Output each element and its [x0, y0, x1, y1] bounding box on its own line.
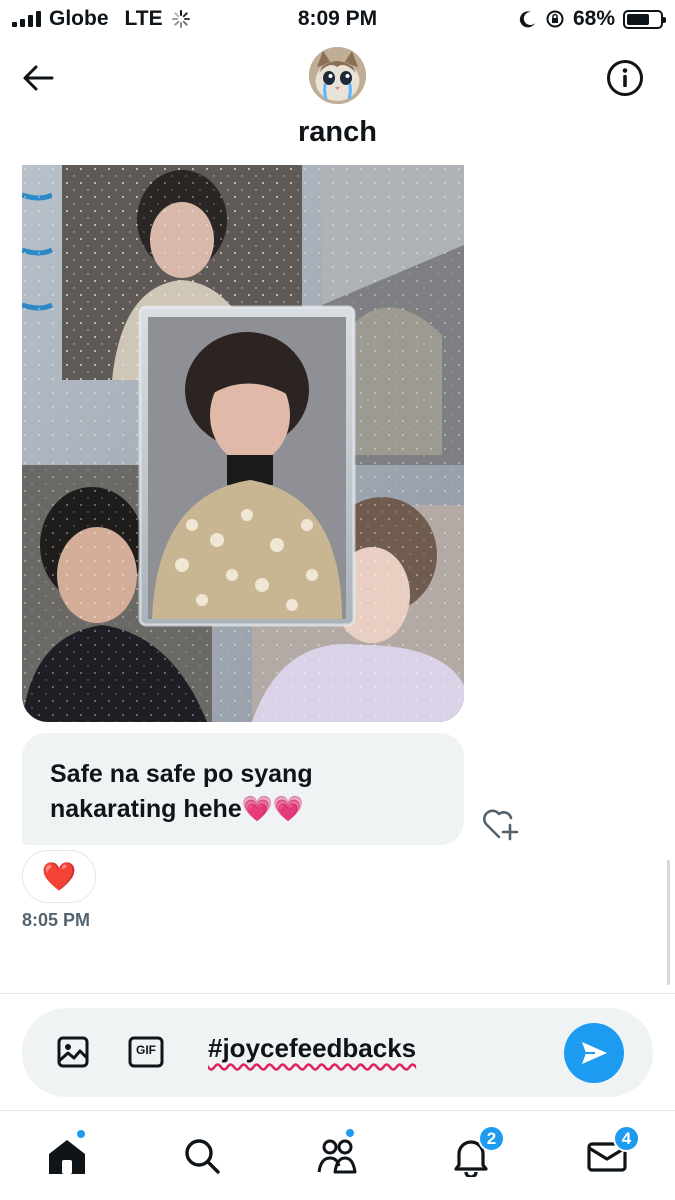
home-dot [75, 1128, 87, 1140]
battery-icon [623, 9, 666, 29]
home-icon [49, 1140, 85, 1174]
messages-badge: 4 [613, 1125, 640, 1152]
network-label: LTE [124, 7, 163, 30]
back-button[interactable] [18, 58, 58, 98]
image-icon [57, 1036, 89, 1068]
communities-dot [344, 1127, 356, 1139]
notifications-badge: 2 [478, 1125, 505, 1152]
cat-avatar-image [309, 47, 366, 104]
nav-home[interactable] [42, 1128, 92, 1181]
carrier-label: Globe [49, 7, 109, 30]
info-icon [607, 60, 643, 96]
message-bubble[interactable]: Safe na safe po syang nakarating hehe💗💗 [22, 733, 464, 845]
message-text: Safe na safe po syang nakarating hehe💗💗 [50, 760, 313, 823]
moon-icon [519, 11, 535, 28]
reaction-emoji: ❤️ [41, 860, 77, 892]
status-right: 68% [433, 7, 666, 31]
bottom-nav: 2 4 [0, 1111, 675, 1200]
status-bar: Globe LTE 8:09 PM 68% [0, 0, 675, 38]
reaction-chip[interactable]: ❤️ [22, 850, 96, 903]
battery-fill [627, 13, 649, 25]
message-composer: GIF #joycefeedbacks [22, 1008, 653, 1097]
contact-name[interactable]: ranch [0, 116, 675, 149]
add-reaction-button[interactable] [481, 806, 521, 842]
arrow-left-icon [23, 65, 54, 91]
status-time: 8:09 PM [297, 7, 378, 30]
nav-notifications[interactable]: 2 [446, 1125, 505, 1181]
search-icon [185, 1139, 220, 1174]
nav-communities[interactable] [312, 1127, 362, 1181]
image-button[interactable] [55, 1034, 91, 1070]
battery-percent: 68% [572, 7, 615, 30]
nav-search[interactable] [177, 1131, 227, 1181]
divider [0, 993, 675, 994]
message-timestamp: 8:05 PM [22, 910, 91, 930]
status-left: Globe LTE [12, 7, 242, 31]
signal-icon [12, 11, 41, 27]
gif-label: GIF [136, 1043, 156, 1057]
send-icon [582, 1042, 607, 1064]
people-icon [317, 1139, 357, 1174]
photo-image [22, 165, 464, 722]
scrollbar[interactable] [667, 860, 670, 985]
gif-button[interactable]: GIF [128, 1034, 164, 1070]
rotation-lock-icon [546, 10, 564, 28]
send-button[interactable] [564, 1023, 624, 1083]
message-input-value: #joycefeedbacks [208, 1033, 417, 1063]
avatar[interactable] [309, 47, 366, 104]
message-input[interactable]: #joycefeedbacks [208, 1033, 416, 1064]
conversation-header: ranch [0, 38, 675, 165]
photo-message[interactable] [22, 165, 464, 722]
loading-spinner-icon [171, 10, 190, 28]
info-button[interactable] [603, 56, 647, 100]
nav-messages[interactable]: 4 [582, 1125, 640, 1181]
heart-plus-icon [483, 809, 519, 841]
